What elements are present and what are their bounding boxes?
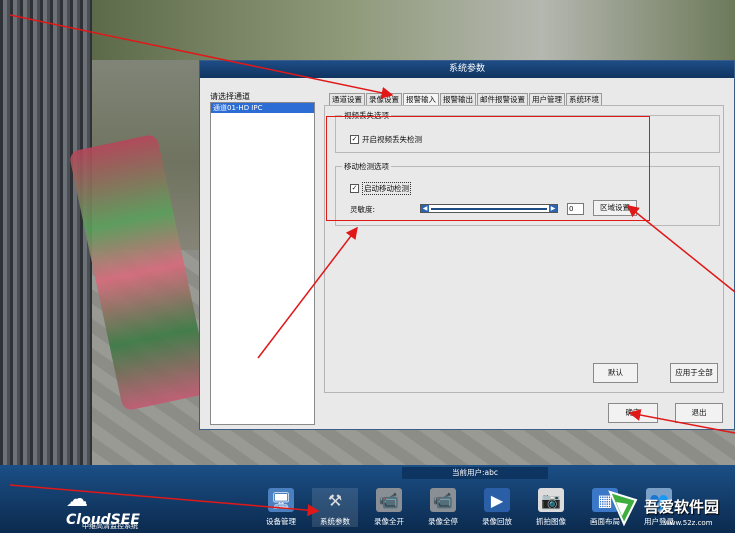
arrow-to-ok-button [628, 409, 735, 434]
arrow-to-alarm-tab [9, 14, 394, 99]
arrow-to-region-settings [626, 205, 735, 293]
arrow-to-highlight [257, 226, 358, 359]
arrow-to-system-params [9, 484, 320, 517]
annotation-arrows [9, 14, 735, 517]
